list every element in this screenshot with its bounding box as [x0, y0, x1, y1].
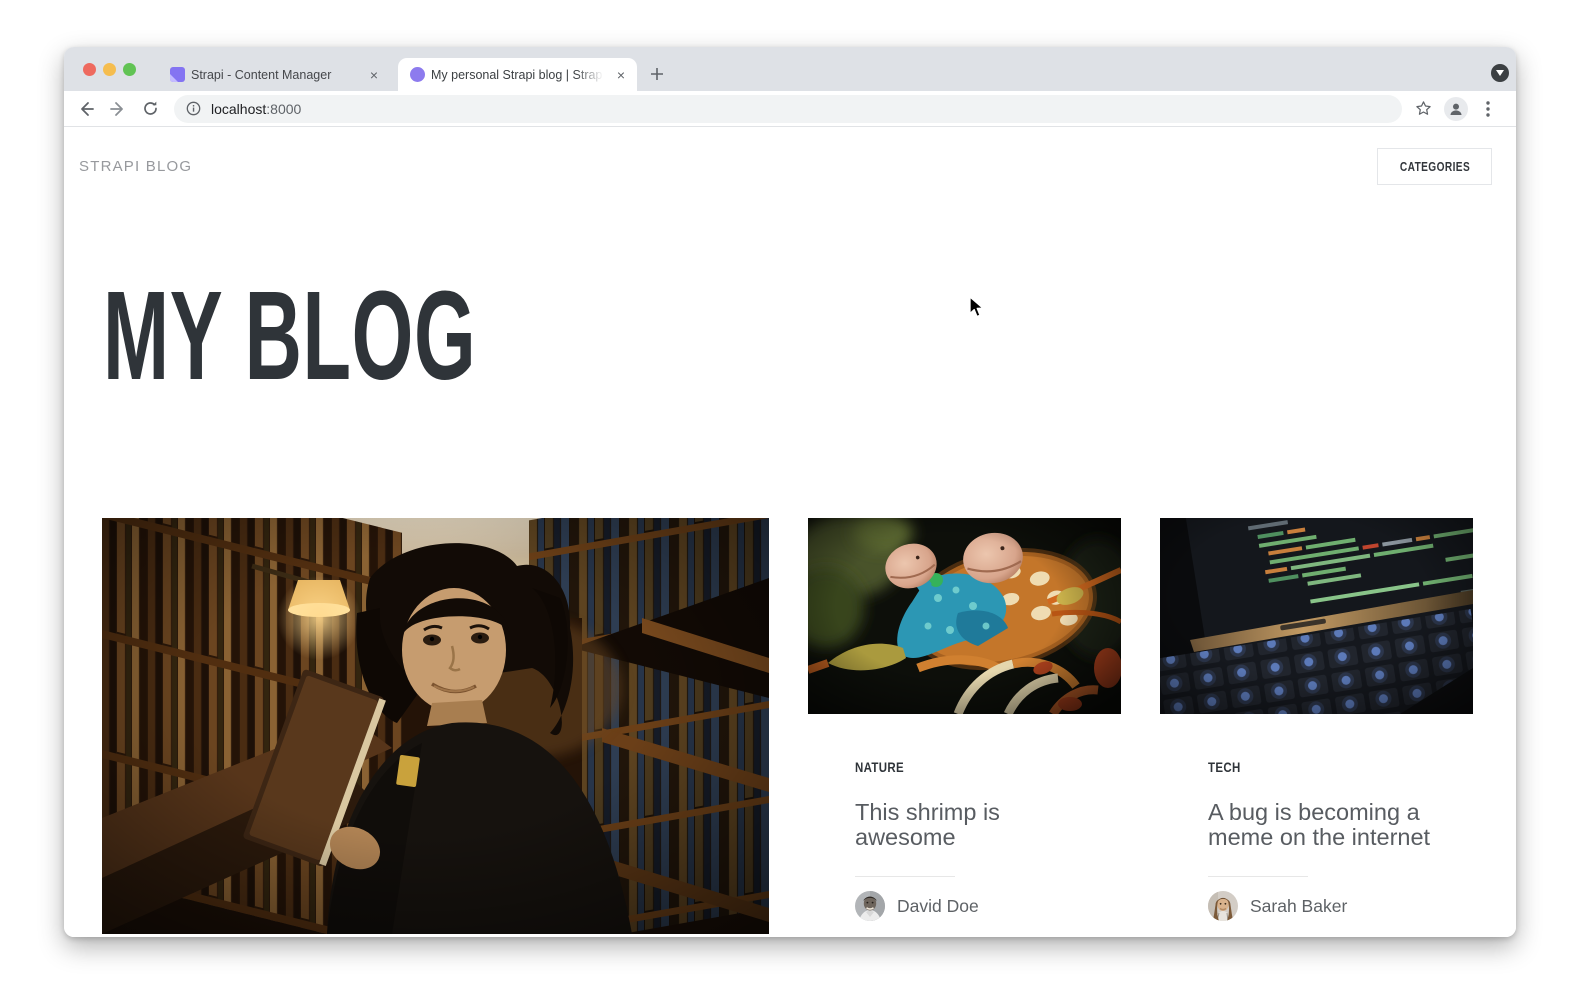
browser-window: Strapi - Content Manager × My personal S… [64, 47, 1516, 937]
article-title[interactable]: This shrimp is awesome [855, 800, 1095, 850]
star-icon [1415, 100, 1432, 117]
reload-icon [142, 100, 159, 117]
person-icon [1448, 101, 1464, 117]
article-author: David Doe [855, 891, 979, 921]
categories-button[interactable]: CATEGORIES [1377, 148, 1492, 185]
divider [855, 876, 955, 877]
url-port: :8000 [266, 101, 301, 117]
article-author: Sarah Baker [1208, 891, 1347, 921]
avatar [855, 891, 885, 921]
man-in-library-photo [102, 518, 769, 934]
article-image-man-in-library[interactable] [102, 518, 769, 934]
forward-arrow-icon [109, 100, 127, 118]
tab-title: My personal Strapi blog | Strap [431, 68, 607, 82]
traffic-lights [83, 63, 136, 76]
chevron-down-icon [1496, 70, 1504, 76]
david-doe-avatar-photo [855, 891, 885, 921]
page-title: MY BLOG [103, 288, 476, 384]
author-name: Sarah Baker [1250, 896, 1347, 917]
close-icon[interactable]: × [366, 67, 382, 83]
categories-button-label: CATEGORIES [1399, 159, 1469, 174]
reload-button[interactable] [134, 93, 166, 125]
avatar [1208, 891, 1238, 921]
back-button[interactable] [70, 93, 102, 125]
back-arrow-icon [77, 100, 95, 118]
article-category-label: NATURE [855, 759, 904, 775]
minimize-window-button[interactable] [103, 63, 116, 76]
toolbar-right [1412, 93, 1498, 125]
article-category-label: TECH [1208, 759, 1241, 775]
article-category: NATURE [855, 759, 915, 775]
profile-button[interactable] [1444, 97, 1468, 121]
desktop: Strapi - Content Manager × My personal S… [0, 0, 1580, 1000]
zoom-window-button[interactable] [123, 63, 136, 76]
blog-page: STRAPI BLOG CATEGORIES MY BLOG [64, 128, 1516, 937]
close-window-button[interactable] [83, 63, 96, 76]
tab-title: Strapi - Content Manager [191, 68, 360, 82]
forward-button[interactable] [102, 93, 134, 125]
article-title[interactable]: A bug is becoming a meme on the internet [1208, 800, 1448, 850]
strapi-logo-icon [170, 67, 185, 82]
url-text: localhost:8000 [211, 101, 301, 117]
author-name: David Doe [897, 896, 979, 917]
bookmark-button[interactable] [1412, 93, 1434, 125]
tab-my-personal-strapi-blog[interactable]: My personal Strapi blog | Strap × [398, 58, 637, 91]
plus-icon [650, 67, 664, 81]
tab-strapi-content-manager[interactable]: Strapi - Content Manager × [158, 58, 390, 91]
sarah-baker-avatar-photo [1208, 891, 1238, 921]
tab-strip: Strapi - Content Manager × My personal S… [64, 47, 1516, 91]
article-image-laptop[interactable] [1160, 518, 1473, 714]
browser-menu-button[interactable] [1478, 93, 1498, 125]
laptop-code-photo [1160, 518, 1473, 714]
url-host: localhost [211, 101, 266, 117]
site-brand-link[interactable]: STRAPI BLOG [79, 158, 192, 175]
tab-search-button[interactable] [1491, 64, 1509, 82]
three-dots-icon [1486, 101, 1490, 117]
purple-circle-icon [410, 67, 425, 82]
close-icon[interactable]: × [613, 67, 629, 83]
divider [1208, 876, 1308, 877]
new-tab-button[interactable] [646, 63, 668, 85]
browser-toolbar: localhost:8000 [64, 91, 1516, 127]
article-category: TECH [1208, 759, 1248, 775]
mantis-shrimp-photo [808, 518, 1121, 714]
site-info-icon[interactable] [186, 101, 201, 116]
article-image-shrimp[interactable] [808, 518, 1121, 714]
address-bar[interactable]: localhost:8000 [174, 95, 1402, 123]
